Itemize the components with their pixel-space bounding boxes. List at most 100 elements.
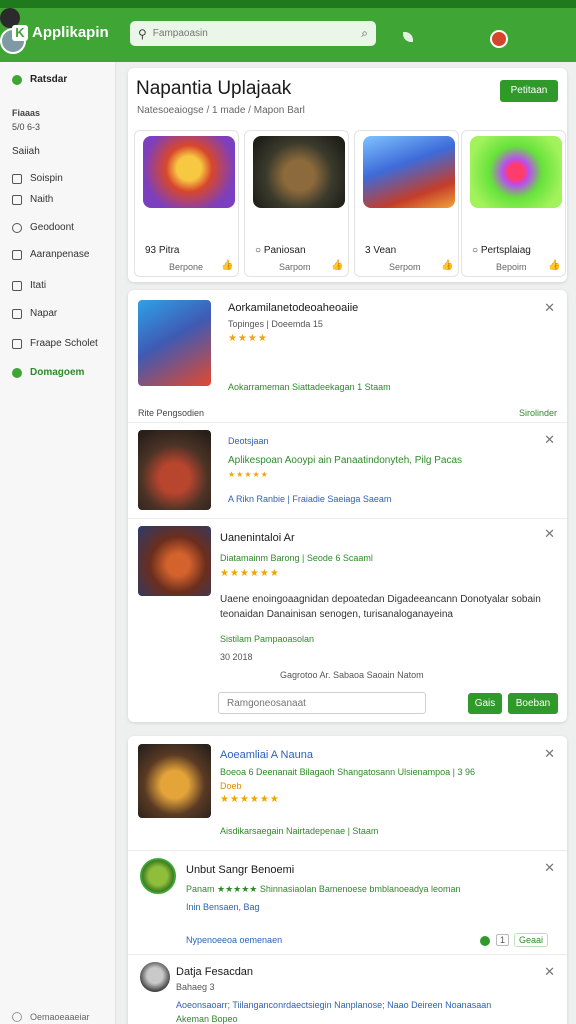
sidebar-item-label: Soispin [30, 173, 63, 184]
item-link[interactable]: Aisdikarsaegain Nairtadepenae | Staam [220, 826, 378, 836]
sidebar-item-fraape-scholet[interactable]: Fraape Scholet [12, 338, 98, 349]
item-meta-2: Inin Bensaen, Bag [186, 902, 260, 912]
page-subtitle: Natesoeaiogse / 1 made / Mapon Barl [137, 105, 305, 116]
thumbs-up-icon[interactable]: 👍 [331, 260, 343, 271]
sidebar-item-soispin[interactable]: Soispin [12, 173, 63, 184]
item-code: 30 2018 [220, 652, 253, 662]
item-name[interactable]: Deotsjaan [228, 436, 269, 446]
item-link[interactable]: Sistilam Pampaoasolan [220, 634, 314, 644]
tile-name-row: ○ Paniosan [255, 245, 306, 256]
sidebar-item-aaranpenase[interactable]: Aaranpenase [12, 249, 90, 260]
item-meta: Boeoa 6 Deenanait Bilagaoh Shangatosann … [220, 767, 476, 777]
item-name: Datja Fesacdan [176, 966, 254, 978]
sidebar-item-ratsdar[interactable]: Ratsdar [12, 74, 67, 85]
settings-icon [12, 1012, 22, 1022]
app-thumbnail [138, 526, 211, 596]
close-icon[interactable]: ✕ [544, 964, 555, 980]
sidebar-footer[interactable]: Oemaoeaaeiar [12, 1012, 90, 1022]
logo-text: Applikapin [32, 24, 109, 41]
divider [128, 954, 567, 955]
item-meta: Diatamainm Barong | Seode 6 Scaaml [220, 553, 373, 563]
comment-input[interactable] [218, 692, 426, 714]
app-thumbnail [138, 744, 211, 818]
reply-button[interactable]: Geaai [514, 933, 549, 947]
item-name[interactable]: Aoeamliai A Nauna [220, 749, 313, 761]
search-bar[interactable]: ⚲ ⌕ [130, 21, 376, 46]
feed-panel-2: Aoeamliai A Nauna Boeoa 6 Deenanait Bila… [128, 736, 567, 1024]
app-tile[interactable]: ○ Pertsplaiag Bepoim 👍 [461, 130, 566, 277]
user-icon: ⚲ [138, 26, 147, 41]
divider [128, 850, 567, 851]
item-meta: Bahaeg 3 [176, 982, 215, 992]
tile-name: Vean [373, 245, 397, 256]
app-logo[interactable]: K Applikapin [12, 24, 109, 41]
notification-icon[interactable] [490, 30, 508, 48]
close-icon[interactable]: ✕ [544, 300, 555, 316]
item-name: Aorkamilanetodeoaheoaiie [228, 302, 359, 314]
item-link[interactable]: Nypenoeeoa oemenaen [186, 935, 282, 945]
close-icon[interactable]: ✕ [544, 860, 555, 876]
tile-sub: Sarpom [279, 262, 311, 272]
box-icon [12, 194, 22, 205]
item-meta: Panam ★★★★★ Shinnasiaolan Bamenoese bmbl… [186, 884, 461, 894]
search-icon[interactable]: ⌕ [361, 26, 368, 41]
page-icon [12, 308, 22, 319]
thumbs-up-icon[interactable]: 👍 [441, 260, 453, 271]
item-link[interactable]: Aoeonsaoarr; Tiilanganconrdaectsiegin Na… [176, 1000, 491, 1010]
filter-link[interactable]: Sirolinder [519, 408, 557, 418]
item-meta: Topinges | Doeemda 15 [228, 319, 323, 329]
sidebar-item-label: Saiiah [12, 146, 40, 157]
avatar [140, 858, 176, 894]
sidebar-item-label: Itati [30, 280, 47, 291]
tile-name-row: ○ Pertsplaiag [472, 245, 531, 256]
sidebar-item-label: Aaranpenase [30, 249, 90, 260]
rating-stars: ★★★★★ [228, 470, 269, 479]
close-icon[interactable]: ✕ [544, 746, 555, 762]
app-artwork [253, 136, 345, 208]
sidebar-section-meta: 5/0 6-3 [12, 122, 41, 132]
featured-action-button[interactable]: Petitaan [500, 80, 558, 102]
close-icon[interactable]: ✕ [544, 526, 555, 542]
thumbs-up-icon[interactable]: 👍 [221, 260, 233, 271]
sidebar-footer-label: Oemaoeaaeiar [30, 1012, 90, 1022]
app-artwork [470, 136, 562, 208]
tile-name: Pitra [158, 245, 180, 256]
check-icon [12, 367, 22, 378]
sidebar-item-naith[interactable]: Naith [12, 194, 53, 205]
item-link[interactable]: A Rikn Ranbie | Fraiadie Saeiaga Saeam [228, 494, 391, 504]
sidebar-item-label: Napar [30, 308, 58, 319]
sidebar-item-geodoont[interactable]: Geodoont [12, 222, 74, 233]
sidebar-item-domagoem[interactable]: Domagoem [12, 367, 84, 378]
sidebar-item-napar[interactable]: Napar [12, 308, 57, 319]
edit-icon [12, 249, 22, 260]
app-tile[interactable]: ○ Paniosan Sarpom 👍 [244, 130, 349, 277]
tile-sub: Bepoim [496, 262, 527, 272]
app-artwork [363, 136, 455, 208]
secondary-button[interactable]: Gais [468, 693, 502, 714]
sidebar-item-label: Naith [30, 194, 54, 205]
search-icon [12, 280, 22, 291]
sidebar-item-label: Fraape Scholet [30, 338, 98, 349]
item-link-2[interactable]: Akeman Bopeo [176, 1014, 238, 1024]
filter-label: Rite Pengsodien [138, 408, 205, 418]
sidebar-item-itati[interactable]: Itati [12, 280, 46, 291]
tile-prefix: 3 [365, 245, 371, 256]
divider [128, 422, 567, 423]
sidebar: Ratsdar Fiaaas 5/0 6-3 Saiiah Soispin Na… [0, 62, 116, 1024]
sidebar-item-label: Domagoem [30, 367, 85, 378]
app-thumbnail [138, 300, 211, 386]
app-artwork [143, 136, 235, 208]
tile-name: Paniosan [263, 245, 306, 256]
tile-name-row: 93 Pitra [145, 245, 179, 256]
leaf-icon[interactable] [403, 32, 413, 42]
item-link[interactable]: Aokarrameman Siattadeekagan 1 Staam [228, 382, 391, 392]
search-input[interactable] [152, 28, 362, 39]
thumbs-up-icon[interactable]: 👍 [548, 260, 560, 271]
divider [128, 518, 567, 519]
primary-button[interactable]: Boeban [508, 693, 558, 714]
calendar-icon [12, 338, 22, 349]
close-icon[interactable]: ✕ [544, 432, 555, 448]
app-tile[interactable]: 3 Vean Serpom 👍 [354, 130, 459, 277]
app-tile[interactable]: 93 Pitra Berpone 👍 [134, 130, 239, 277]
sidebar-item-saiiah[interactable]: Saiiah [12, 146, 40, 157]
